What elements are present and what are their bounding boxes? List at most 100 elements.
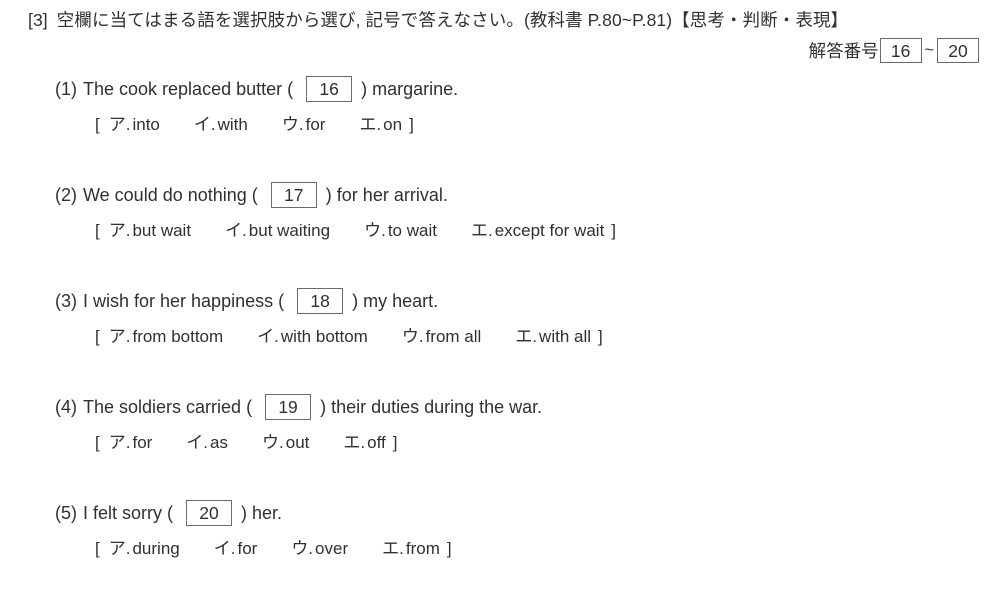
bracket-close: ] bbox=[598, 327, 603, 346]
question-text-after: for her arrival. bbox=[336, 184, 448, 205]
section-instruction: 空欄に当てはまる語を選択肢から選び, 記号で答えなさい。(教科書 P.80~P.… bbox=[56, 10, 849, 30]
question-number: (2) bbox=[55, 184, 77, 205]
option-marker: ア. bbox=[108, 115, 131, 134]
option-choice[interactable]: イ. but waiting bbox=[225, 216, 330, 241]
option-marker: イ. bbox=[186, 433, 209, 452]
option-marker: エ. bbox=[382, 539, 404, 558]
option-choice[interactable]: ア. into bbox=[109, 110, 160, 135]
option-marker: ア. bbox=[108, 327, 131, 346]
option-text: but waiting bbox=[248, 221, 331, 240]
question-text-after: their duties during the war. bbox=[331, 396, 543, 417]
answer-blank-box[interactable]: 20 bbox=[186, 500, 233, 526]
question-item: (3) I wish for her happiness ( 18 ) my h… bbox=[0, 286, 999, 392]
answer-blank-box[interactable]: 19 bbox=[265, 394, 312, 420]
option-text: over bbox=[315, 539, 349, 558]
option-marker: ア. bbox=[108, 221, 131, 240]
option-choice[interactable]: エ. with all bbox=[515, 322, 591, 347]
option-marker: イ. bbox=[213, 539, 236, 558]
option-choice[interactable]: ア. during bbox=[109, 534, 180, 559]
question-number: (4) bbox=[55, 396, 77, 417]
option-text: except for wait bbox=[494, 221, 605, 240]
option-choice[interactable]: ウ. out bbox=[262, 428, 309, 453]
option-marker: イ. bbox=[257, 327, 279, 346]
option-choice[interactable]: ア. from bottom bbox=[109, 322, 223, 347]
option-choice[interactable]: ウ. from all bbox=[402, 322, 481, 347]
answer-number-label: 解答番号 bbox=[808, 41, 879, 61]
option-choice[interactable]: エ. except for wait bbox=[471, 216, 604, 241]
option-marker: ウ. bbox=[401, 327, 424, 346]
answer-number-range: 解答番号 16 ~ 20 bbox=[809, 38, 979, 63]
option-text: from bbox=[405, 539, 440, 558]
option-text: for bbox=[132, 433, 153, 452]
question-list: (1) The cook replaced butter ( 16 ) marg… bbox=[0, 74, 999, 604]
option-text: from bottom bbox=[132, 327, 224, 346]
option-choice[interactable]: イ. as bbox=[186, 428, 228, 453]
paren-open: ( bbox=[287, 78, 294, 99]
question-text-before: I wish for her happiness bbox=[83, 290, 274, 311]
question-sentence: (1) The cook replaced butter ( 16 ) marg… bbox=[55, 74, 458, 104]
option-marker: ア. bbox=[108, 433, 131, 452]
answer-number-separator: ~ bbox=[924, 41, 934, 59]
question-number: (3) bbox=[55, 290, 77, 311]
option-marker: ウ. bbox=[291, 539, 314, 558]
paren-close: ) bbox=[320, 396, 327, 417]
option-text: off bbox=[367, 433, 386, 452]
option-choice[interactable]: エ. off bbox=[343, 428, 385, 453]
option-choice[interactable]: ア. but wait bbox=[109, 216, 191, 241]
option-text: during bbox=[132, 539, 180, 558]
option-choice[interactable]: イ. with bbox=[194, 110, 248, 135]
option-choice[interactable]: ウ. over bbox=[291, 534, 348, 559]
paren-close: ) bbox=[361, 78, 368, 99]
option-marker: ア. bbox=[108, 539, 131, 558]
option-choice[interactable]: ウ. for bbox=[282, 110, 326, 135]
option-text: into bbox=[132, 115, 160, 134]
option-choice[interactable]: エ. on bbox=[359, 110, 402, 135]
question-sentence: (2) We could do nothing ( 17 ) for her a… bbox=[55, 180, 448, 210]
option-row: [ ア. during イ. for ウ. over エ. from ] bbox=[95, 534, 452, 560]
option-marker: イ. bbox=[193, 115, 216, 134]
question-item: (2) We could do nothing ( 17 ) for her a… bbox=[0, 180, 999, 286]
option-marker: ウ. bbox=[364, 221, 386, 240]
option-choice[interactable]: ア. for bbox=[109, 428, 153, 453]
option-text: with bbox=[217, 115, 248, 134]
question-text-before: We could do nothing bbox=[83, 184, 247, 205]
option-choice[interactable]: イ. for bbox=[214, 534, 258, 559]
question-item: (4) The soldiers carried ( 19 ) their du… bbox=[0, 392, 999, 498]
bracket-open: [ bbox=[95, 115, 100, 134]
bracket-close: ] bbox=[409, 115, 414, 134]
option-marker: ウ. bbox=[262, 433, 284, 452]
paren-open: ( bbox=[246, 396, 253, 417]
paren-close: ) bbox=[325, 184, 332, 205]
question-text-before: The cook replaced butter bbox=[83, 78, 283, 99]
paren-close: ) bbox=[352, 290, 359, 311]
option-choice[interactable]: ウ. to wait bbox=[364, 216, 437, 241]
question-sentence: (5) I felt sorry ( 20 ) her. bbox=[55, 498, 282, 528]
option-row: [ ア. for イ. as ウ. out エ. off ] bbox=[95, 428, 397, 454]
question-number: (1) bbox=[55, 78, 77, 99]
bracket-open: [ bbox=[95, 433, 100, 452]
paren-open: ( bbox=[167, 502, 174, 523]
option-text: but wait bbox=[132, 221, 192, 240]
option-choice[interactable]: エ. from bbox=[382, 534, 440, 559]
answer-blank-box[interactable]: 16 bbox=[306, 76, 353, 102]
section-tag: [3] bbox=[28, 10, 48, 30]
paren-close: ) bbox=[241, 502, 248, 523]
answer-blank-box[interactable]: 17 bbox=[270, 182, 317, 208]
option-text: out bbox=[285, 433, 310, 452]
option-text: with all bbox=[539, 327, 592, 346]
option-text: for bbox=[305, 115, 326, 134]
option-row: [ ア. but wait イ. but waiting ウ. to wait エ. e… bbox=[95, 216, 616, 242]
answer-number-start-box: 16 bbox=[879, 38, 922, 63]
question-text-after: margarine. bbox=[372, 78, 459, 99]
bracket-open: [ bbox=[95, 327, 100, 346]
bracket-close: ] bbox=[611, 221, 617, 240]
option-marker: エ. bbox=[343, 433, 366, 452]
option-text: with bottom bbox=[280, 327, 368, 346]
option-text: for bbox=[237, 539, 258, 558]
option-marker: エ. bbox=[470, 221, 493, 240]
option-marker: イ. bbox=[225, 221, 247, 240]
answer-blank-box[interactable]: 18 bbox=[297, 288, 344, 314]
option-text: as bbox=[210, 433, 229, 452]
option-choice[interactable]: イ. with bottom bbox=[257, 322, 368, 347]
option-text: to wait bbox=[387, 221, 437, 240]
